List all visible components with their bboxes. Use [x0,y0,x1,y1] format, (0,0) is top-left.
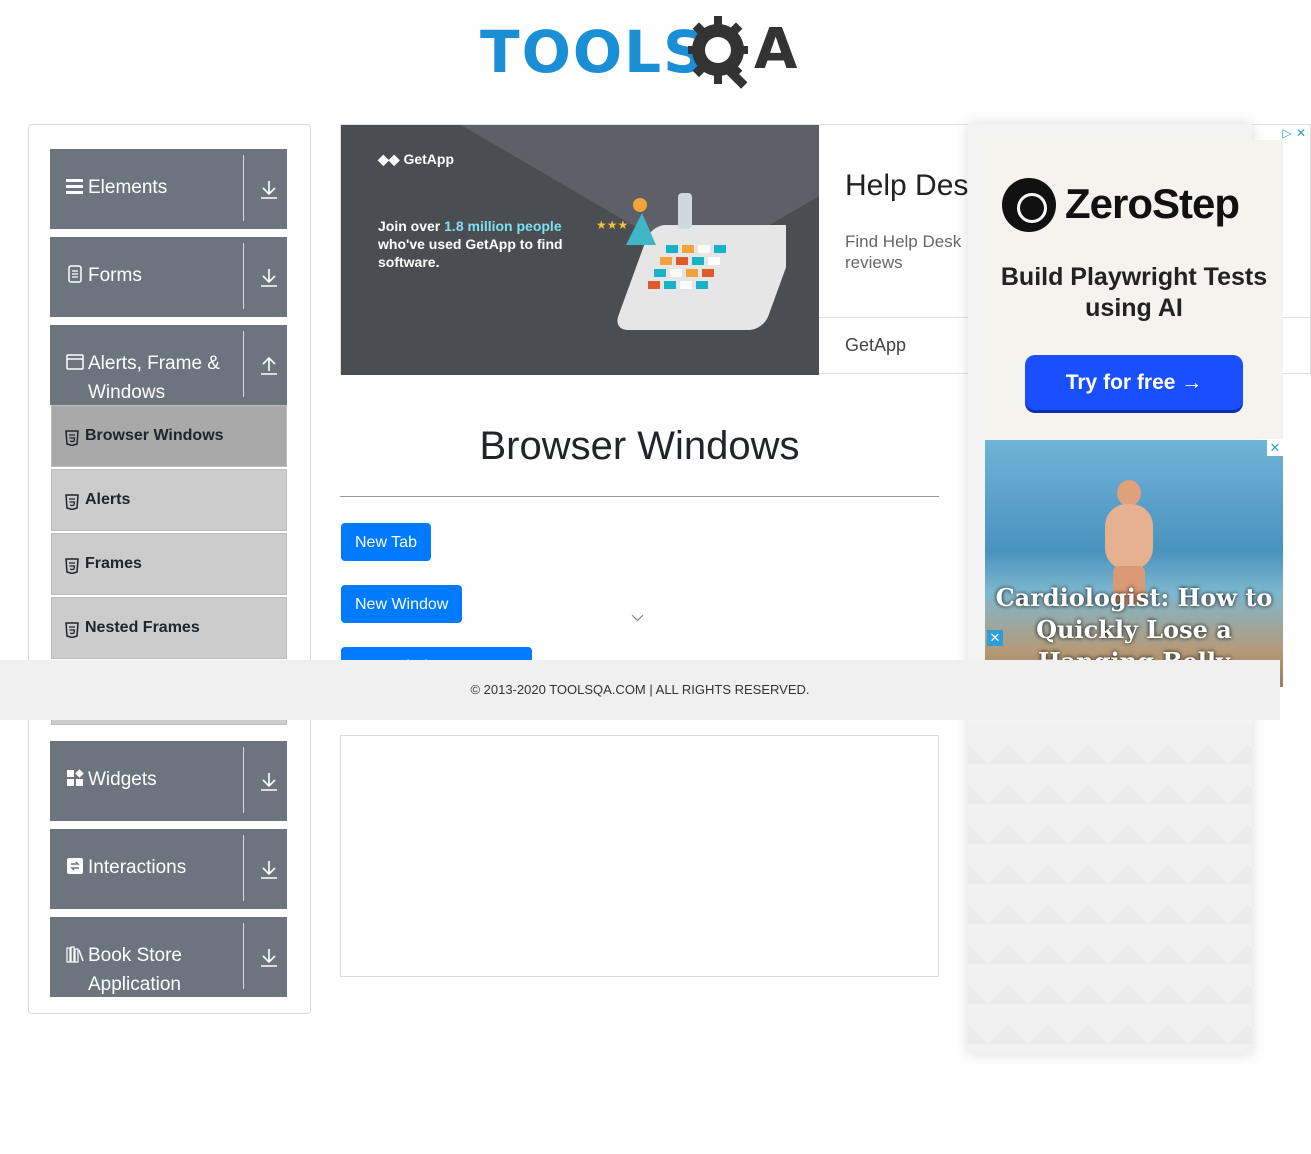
footer: © 2013-2020 TOOLSQA.COM | ALL RIGHTS RES… [0,660,1280,720]
group-divider [243,243,244,309]
beach-ad[interactable]: Cardiologist: How to Quickly Lose a Hang… [985,440,1283,687]
chevron-down-icon[interactable] [631,614,644,622]
ad-left-text: Join over 1.8 million people who've used… [378,217,598,271]
person-body [1105,504,1153,570]
zerostep-ad[interactable]: ZeroStep Build Playwright Tests using AI… [985,140,1283,439]
title-divider [340,496,939,497]
zerostep-logo-icon [1002,178,1056,232]
zerostep-tagline: Build Playwright Tests using AI [1000,263,1268,322]
download-arrow-icon[interactable] [258,857,280,881]
close-icon[interactable]: ✕ [1267,440,1283,456]
toolsqa-logo[interactable]: TOOLS A [480,14,804,92]
download-arrow-icon[interactable] [258,177,280,201]
list-icon [66,179,83,194]
sidebar-group-elements[interactable]: Elements [50,149,287,229]
download-arrow-icon[interactable] [258,769,280,793]
ad-info-icon[interactable]: ▷ [1280,125,1294,141]
group-divider [243,331,244,397]
group-label: Interactions [88,857,187,878]
group-divider [243,155,244,221]
sidebar-group-book-store[interactable]: Book Store Application [50,917,287,997]
close-icon[interactable]: ✕ [987,630,1003,646]
group-label: Forms [88,265,142,286]
sidebar-group-interactions[interactable]: Interactions [50,829,287,909]
page-title: Browser Windows [479,424,800,468]
download-arrow-icon[interactable] [258,265,280,289]
logo-text-a: A [754,17,798,82]
widgets-icon [67,769,84,786]
getapp-logo: ◆◆ GetApp [378,151,454,167]
group-label: Widgets [88,769,157,790]
sidebar-group-forms[interactable]: Forms [50,237,287,317]
upload-arrow-icon[interactable] [258,353,280,377]
ad-footer-brand: GetApp [845,335,907,355]
group-label: Alerts, Frame & Windows [88,353,220,403]
menu-item-nested-frames[interactable]: Nested Frames [51,597,287,659]
ad-left-panel: ◆◆ GetApp Join over 1.8 million people w… [341,125,819,375]
html5-icon [65,430,79,446]
html5-icon [65,622,79,638]
menu-item-browser-windows[interactable]: Browser Windows [51,405,287,467]
ad-text-part: who've used GetApp to find software. [378,236,563,270]
new-tab-button[interactable]: New Tab [341,523,431,561]
group-label: Book Store Application [88,945,182,995]
ad-text-highlight: 1.8 million people [444,218,562,234]
group-label: Elements [88,177,168,198]
window-icon [66,354,84,370]
ad-subtitle: Find Help Desk reviews [845,232,962,272]
group-divider [243,747,244,813]
ad-choices[interactable]: ▷ ✕ [1280,124,1311,140]
sidebar-group-alerts-frame-windows[interactable]: Alerts, Frame & Windows [50,325,287,405]
ad-frame-box [340,735,939,977]
menu-item-label: Nested Frames [85,619,200,636]
menu-item-alerts[interactable]: Alerts [51,469,287,531]
svg-text:★★★: ★★★ [596,218,628,232]
try-for-free-button[interactable]: Try for free → [1025,355,1243,410]
interactions-icon [67,858,83,874]
menu-item-label: Alerts [85,491,131,508]
zerostep-name: ZeroStep [1065,180,1240,227]
ad-title: Help Desl [845,169,976,202]
html5-icon [65,494,79,510]
menu-item-frames[interactable]: Frames [51,533,287,595]
menu-item-label: Frames [85,555,142,572]
ad-pattern [968,724,1252,1054]
books-icon [66,946,84,963]
copyright-text: © 2013-2020 TOOLSQA.COM | ALL RIGHTS RES… [470,682,810,697]
download-arrow-icon[interactable] [258,945,280,969]
document-icon [68,265,82,283]
ad-close-icon[interactable]: ✕ [1294,125,1308,141]
left-sidebar: Elements Forms Alerts, Frame & Windows B… [28,124,311,1014]
ad-text-part: Join over [378,218,445,234]
logo-text-tools: TOOLS [480,18,707,86]
html5-icon [65,558,79,574]
group-divider [243,835,244,901]
new-window-button[interactable]: New Window [341,585,463,623]
phone-illustration: ★★★ [596,193,786,330]
group-divider [243,923,244,989]
sidebar-group-widgets[interactable]: Widgets [50,741,287,821]
person-head [1117,480,1141,506]
menu-item-label: Browser Windows [85,427,224,444]
getapp-logo-text: GetApp [403,151,454,167]
gear-magnifier-icon [688,16,748,89]
